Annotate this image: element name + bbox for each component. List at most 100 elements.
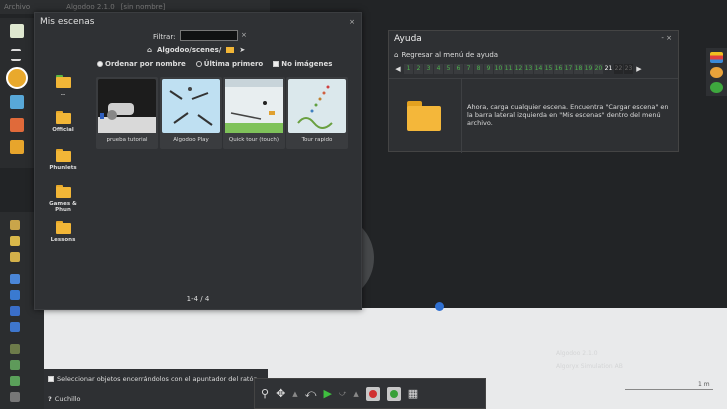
- box-tool-icon[interactable]: [10, 306, 20, 316]
- grid-icon[interactable]: ▦: [408, 387, 418, 400]
- scene-thumbnail: [225, 79, 283, 133]
- folder-item-parent[interactable]: ..: [41, 75, 85, 97]
- open-scene-icon[interactable]: [10, 95, 24, 109]
- scene-label: Tour rapido: [301, 137, 333, 143]
- help-page-13[interactable]: 13: [524, 64, 533, 74]
- help-page-17[interactable]: 17: [564, 64, 573, 74]
- help-page-4[interactable]: 4: [434, 64, 443, 74]
- my-scenes-folder-icon[interactable]: [6, 67, 28, 89]
- redo-dropdown-icon[interactable]: ▲: [353, 390, 358, 398]
- folder-item-official[interactable]: Official: [41, 111, 85, 133]
- brush-tool-icon[interactable]: [10, 290, 20, 300]
- gravity-icon[interactable]: [365, 386, 380, 401]
- path-text[interactable]: Algodoo/scenes/: [157, 46, 221, 54]
- help-page-2[interactable]: 2: [414, 64, 423, 74]
- help-back-link[interactable]: ⌂ Regresar al menú de ayuda: [394, 51, 498, 59]
- help-page-6[interactable]: 6: [454, 64, 463, 74]
- home-icon[interactable]: ⌂: [147, 46, 152, 54]
- help-page-1[interactable]: 1: [404, 64, 413, 74]
- help-page-3[interactable]: 3: [424, 64, 433, 74]
- layers-icon[interactable]: [710, 52, 723, 63]
- checkbox-icon: [48, 376, 54, 382]
- file-menu[interactable]: Archivo: [4, 3, 30, 11]
- save-scene-icon[interactable]: [10, 140, 24, 154]
- window-tab-1[interactable]: Algodoo 2.1.0: [66, 3, 115, 11]
- help-page-22[interactable]: 22: [614, 64, 623, 74]
- help-page-9[interactable]: 9: [484, 64, 493, 74]
- share-icon[interactable]: ➤: [239, 46, 245, 54]
- select-objects-option[interactable]: Seleccionar objetos encerrándolos con el…: [48, 375, 258, 383]
- window-tab-2[interactable]: [sin nombre]: [121, 3, 166, 11]
- folder-item-lessons[interactable]: Lessons: [41, 221, 85, 243]
- redo-icon[interactable]: ⤻: [339, 389, 346, 398]
- folder-label: Games & Phun: [49, 201, 77, 213]
- sort-by-name-option[interactable]: Ordenar por nombre: [97, 60, 186, 68]
- help-page-16[interactable]: 16: [554, 64, 563, 74]
- sketch-tool-icon[interactable]: [10, 274, 20, 284]
- help-page-21-current[interactable]: 21: [604, 64, 613, 74]
- help-page-11[interactable]: 11: [504, 64, 513, 74]
- close-icon[interactable]: ×: [349, 18, 355, 26]
- folder-icon: [55, 221, 71, 234]
- no-images-option[interactable]: No imágenes: [273, 60, 332, 68]
- plane-tool-icon[interactable]: [10, 322, 20, 332]
- hinge-tool-icon[interactable]: [10, 376, 20, 386]
- help-page-12[interactable]: 12: [514, 64, 523, 74]
- help-body: Ahora, carga cualquier escena. Encuentra…: [389, 78, 678, 153]
- help-page-14[interactable]: 14: [534, 64, 543, 74]
- sort-recent-label: Última primero: [203, 60, 264, 68]
- help-page-20[interactable]: 20: [594, 64, 603, 74]
- chain-tool-icon[interactable]: [10, 344, 20, 354]
- help-page-18[interactable]: 18: [574, 64, 583, 74]
- help-page-23[interactable]: 23: [624, 64, 633, 74]
- phunlets-icon[interactable]: [10, 118, 24, 132]
- help-page-19[interactable]: 19: [584, 64, 593, 74]
- scene-card-algodoo-play[interactable]: Algodoo Play: [160, 77, 222, 149]
- next-page-icon[interactable]: ▶: [634, 65, 644, 73]
- move-tool-icon[interactable]: [10, 220, 20, 230]
- folder-label: ..: [60, 91, 66, 97]
- sort-recent-option[interactable]: Última primero: [195, 60, 264, 68]
- help-page-10[interactable]: 10: [494, 64, 503, 74]
- drag-tool-icon[interactable]: [10, 236, 20, 246]
- scene-card-quick-tour[interactable]: Quick tour (touch): [223, 77, 285, 149]
- play-icon[interactable]: ▶: [323, 387, 331, 400]
- scene-card-tour-rapido[interactable]: Tour rapido: [286, 77, 348, 149]
- rotate-tool-icon[interactable]: [10, 252, 20, 262]
- help-page-7[interactable]: 7: [464, 64, 473, 74]
- list-icon[interactable]: [11, 49, 21, 61]
- dialog-title: Mis escenas: [40, 17, 95, 27]
- help-page-8[interactable]: 8: [474, 64, 483, 74]
- undo-dropdown-icon[interactable]: ▲: [292, 390, 297, 398]
- clear-filter-icon[interactable]: ×: [241, 31, 247, 39]
- folder-small-icon[interactable]: [226, 47, 235, 53]
- scene-label: Algodoo Play: [173, 137, 209, 143]
- help-window-controls[interactable]: - ×: [661, 34, 672, 42]
- help-page-15[interactable]: 15: [544, 64, 553, 74]
- scene-label: Quick tour (touch): [228, 137, 280, 143]
- folder-icon: [407, 101, 441, 131]
- folder-item-phunlets[interactable]: Phunlets: [41, 149, 85, 171]
- zoom-icon[interactable]: ⚲: [261, 387, 269, 400]
- knife-tool-icon[interactable]: [10, 392, 20, 402]
- scene-ball[interactable]: [435, 302, 444, 311]
- settings-icon[interactable]: [710, 82, 723, 93]
- right-toolbar: [706, 48, 727, 96]
- scene-card-prueba-tutorial[interactable]: prueba tutorial: [96, 77, 158, 149]
- new-scene-icon[interactable]: [10, 24, 24, 38]
- prev-page-icon[interactable]: ◀: [393, 65, 403, 73]
- palette-icon[interactable]: [710, 67, 723, 78]
- pan-icon[interactable]: ✥: [276, 387, 285, 400]
- scale-bar: [625, 389, 713, 390]
- current-tool-info: ? Cuchillo: [48, 395, 81, 403]
- bottom-toolbar: ⚲ ✥ ▲ ⤺ ▶ ⤻ ▲ ▦: [254, 378, 486, 409]
- fixate-tool-icon[interactable]: [10, 360, 20, 370]
- undo-icon[interactable]: ⤺: [305, 387, 317, 401]
- pagination-indicator: 1-4 / 4: [186, 295, 210, 303]
- scene-thumbnail: [288, 79, 346, 133]
- help-question-icon[interactable]: ?: [48, 395, 52, 403]
- folder-item-games[interactable]: Games & Phun: [41, 185, 85, 213]
- air-friction-icon[interactable]: [386, 386, 401, 401]
- help-page-5[interactable]: 5: [444, 64, 453, 74]
- filter-input[interactable]: [180, 30, 238, 41]
